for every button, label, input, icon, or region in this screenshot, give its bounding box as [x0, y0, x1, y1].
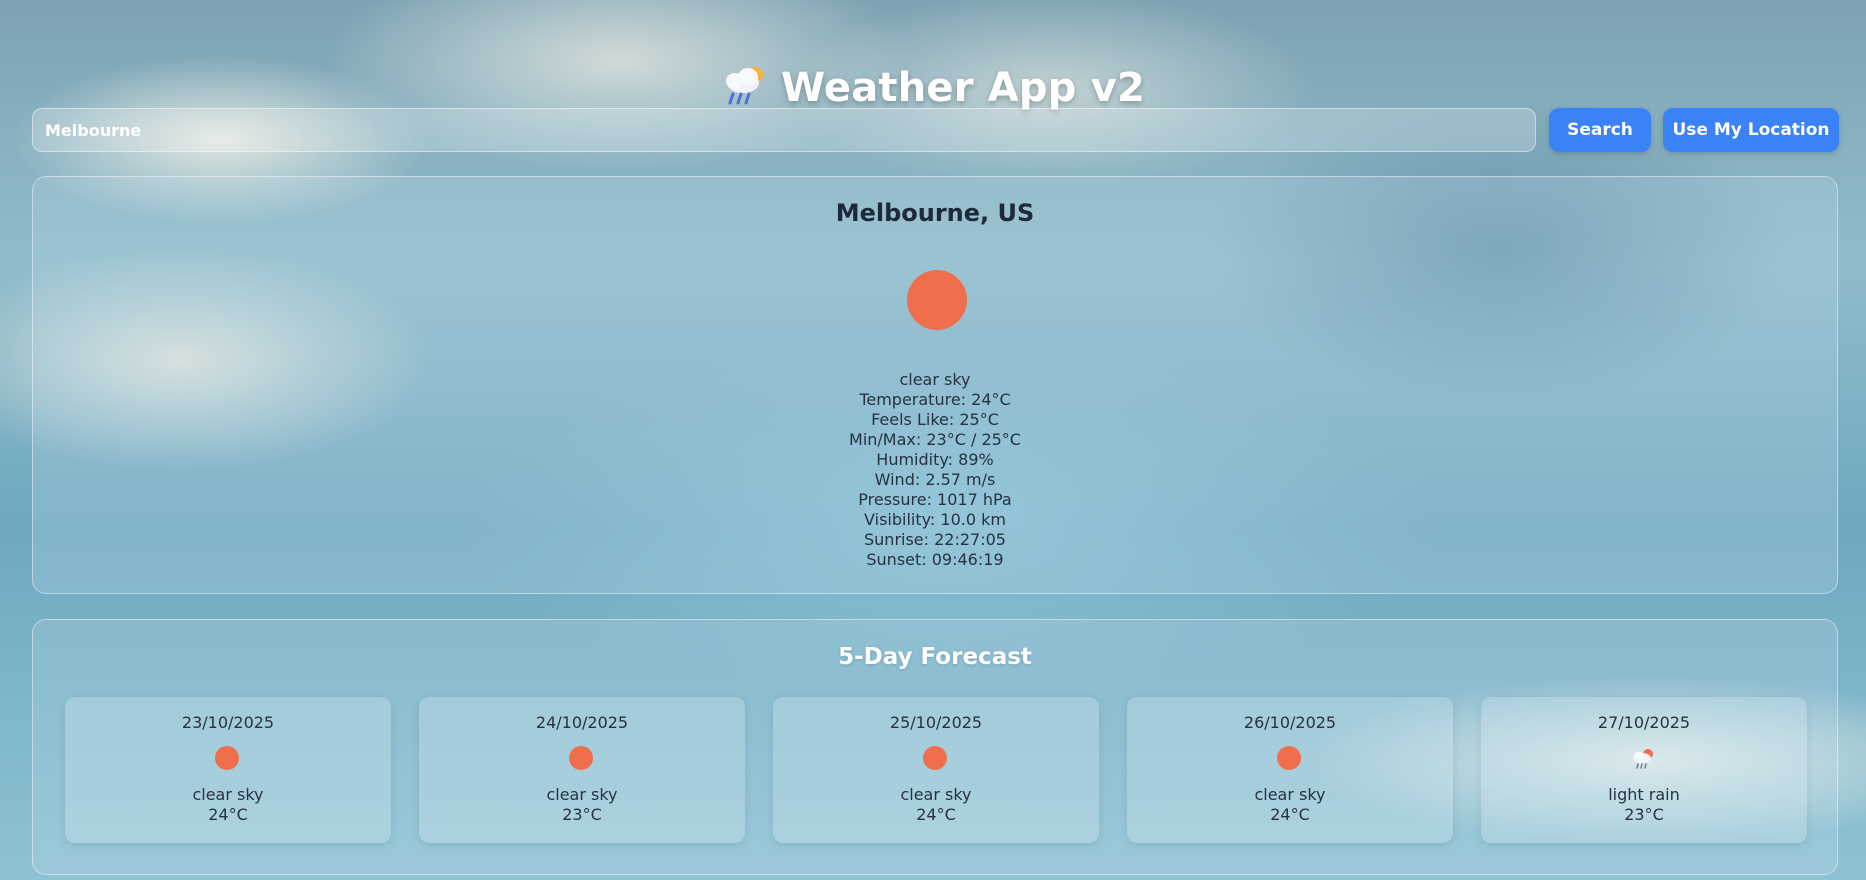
app-header: Weather App v2	[0, 61, 1866, 111]
sun-icon	[907, 270, 967, 330]
sunrise-time: Sunrise: 22:27:05	[864, 530, 1006, 549]
current-weather-panel: Melbourne, US clear sky Temperature: 24°…	[32, 176, 1838, 594]
forecast-description: clear sky	[1254, 785, 1326, 804]
forecast-temp: 24°C	[208, 805, 248, 824]
forecast-date: 23/10/2025	[181, 713, 275, 732]
forecast-description: light rain	[1608, 785, 1680, 804]
sun-icon	[215, 746, 239, 770]
forecast-date: 27/10/2025	[1597, 713, 1691, 732]
forecast-title: 5-Day Forecast	[838, 644, 1032, 670]
search-button[interactable]: Search	[1549, 108, 1651, 152]
rain-icon	[1633, 749, 1653, 769]
app-title: Weather App v2	[780, 64, 1146, 111]
visibility: Visibility: 10.0 km	[864, 510, 1006, 529]
forecast-description: clear sky	[192, 785, 264, 804]
forecast-temp: 24°C	[1270, 805, 1310, 824]
forecast-cards: 23/10/2025 clear sky 24°C 24/10/2025 cle…	[65, 697, 1807, 843]
forecast-panel: 5-Day Forecast 23/10/2025 clear sky 24°C…	[32, 619, 1838, 875]
forecast-date: 25/10/2025	[889, 713, 983, 732]
weather-details: clear sky Temperature: 24°C Feels Like: …	[33, 370, 1837, 570]
sun-icon	[1277, 746, 1301, 770]
forecast-card: 26/10/2025 clear sky 24°C	[1127, 697, 1453, 843]
forecast-card: 25/10/2025 clear sky 24°C	[773, 697, 1099, 843]
forecast-date: 24/10/2025	[535, 713, 629, 732]
forecast-card: 27/10/2025 light rain 23°C	[1481, 697, 1807, 843]
sun-icon	[923, 746, 947, 770]
forecast-date: 26/10/2025	[1243, 713, 1337, 732]
location-name: Melbourne, US	[835, 199, 1035, 227]
temperature: Temperature: 24°C	[859, 390, 1011, 409]
forecast-temp: 23°C	[562, 805, 602, 824]
forecast-description: clear sky	[546, 785, 618, 804]
forecast-temp: 24°C	[916, 805, 956, 824]
wind-speed: Wind: 2.57 m/s	[874, 470, 996, 489]
humidity: Humidity: 89%	[876, 450, 994, 469]
feels-like: Feels Like: 25°C	[871, 410, 999, 429]
rain-cloud-icon	[725, 66, 763, 105]
forecast-card: 23/10/2025 clear sky 24°C	[65, 697, 391, 843]
forecast-card: 24/10/2025 clear sky 23°C	[419, 697, 745, 843]
pressure: Pressure: 1017 hPa	[858, 490, 1012, 509]
min-max-temp: Min/Max: 23°C / 25°C	[849, 430, 1021, 449]
use-my-location-button[interactable]: Use My Location	[1663, 108, 1839, 152]
sun-icon	[569, 746, 593, 770]
city-search-input[interactable]	[32, 108, 1536, 152]
weather-description: clear sky	[899, 370, 971, 389]
sunset-time: Sunset: 09:46:19	[866, 550, 1004, 569]
forecast-temp: 23°C	[1624, 805, 1664, 824]
forecast-description: clear sky	[900, 785, 972, 804]
